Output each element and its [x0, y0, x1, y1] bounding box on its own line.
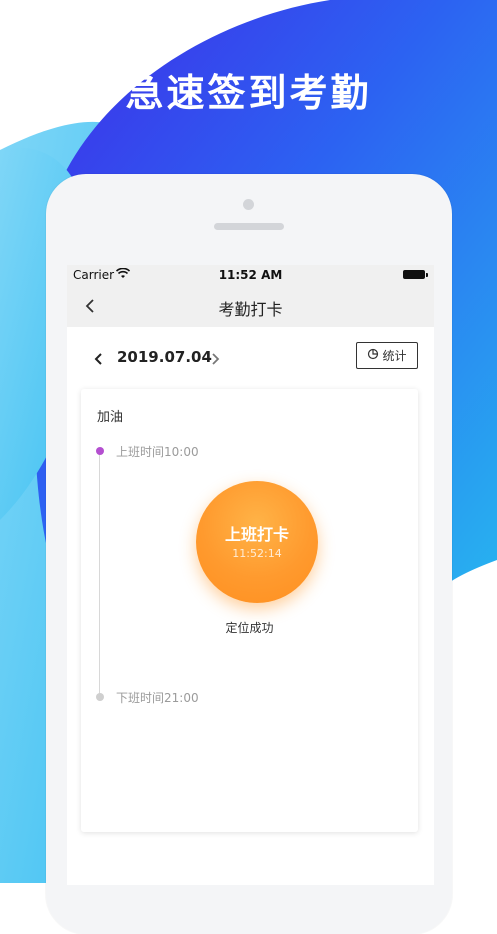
headline: 急速签到考勤	[125, 71, 372, 115]
timeline-start-dot	[96, 447, 104, 455]
punch-label: 上班打卡	[224, 525, 289, 544]
stats-label: 统计	[382, 349, 407, 363]
punch-in-button[interactable]: 上班打卡 11:52:14	[196, 481, 318, 603]
card-title: 加油	[97, 410, 124, 425]
pie-chart-icon	[367, 348, 379, 363]
nav-bar: 考勤打卡	[67, 285, 434, 327]
status-bar: Carrier 11:52 AM	[67, 265, 434, 285]
app-screen: Carrier 11:52 AM 考勤打卡 2019.07.04 统计 加油 上…	[67, 265, 434, 885]
start-time-label: 上班时间10:00	[116, 445, 199, 459]
next-date-icon[interactable]	[209, 351, 221, 370]
location-status: 定位成功	[225, 621, 274, 635]
prev-date-icon[interactable]	[93, 351, 105, 370]
punch-time: 11:52:14	[232, 547, 282, 560]
speaker-slot	[214, 223, 284, 230]
attendance-card: 加油 上班时间10:00 上班打卡 11:52:14 定位成功 下班时间21:0…	[81, 389, 418, 832]
status-time: 11:52 AM	[218, 268, 283, 282]
current-date: 2019.07.04	[117, 348, 212, 366]
end-time-label: 下班时间21:00	[116, 691, 199, 705]
camera-dot	[243, 199, 254, 210]
timeline-line	[99, 451, 100, 697]
stats-button[interactable]: 统计	[356, 342, 418, 369]
battery-icon	[403, 270, 428, 279]
timeline-end-dot	[96, 693, 104, 701]
date-bar: 2019.07.04 统计	[67, 327, 434, 387]
page-title: 考勤打卡	[218, 300, 283, 319]
